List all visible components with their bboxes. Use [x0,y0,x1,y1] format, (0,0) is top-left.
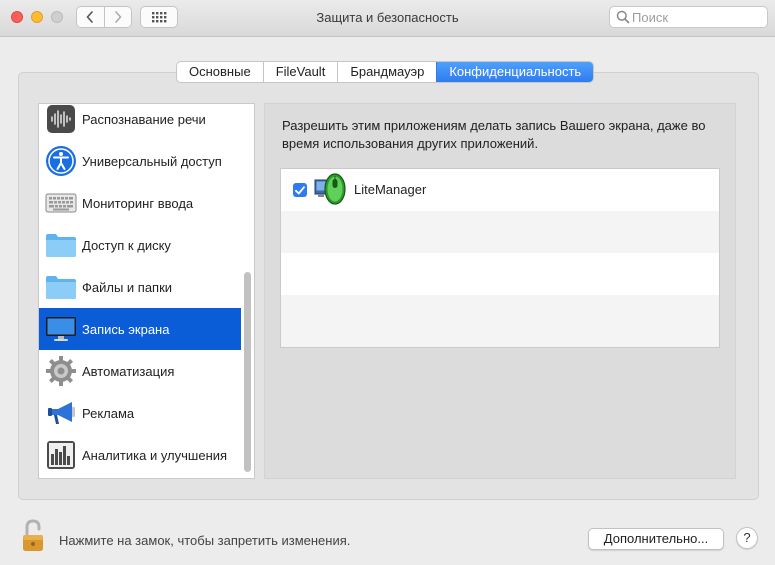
sidebar-item-label: Аналитика и улучшения [82,447,228,463]
tab-general[interactable]: Основные [177,62,263,82]
title-bar: Защита и безопасность [0,0,775,37]
tab-privacy[interactable]: Конфиденциальность [436,62,594,82]
sidebar-item-disk-access[interactable]: Доступ к диску [39,224,241,266]
sidebar-item-label: Распознавание речи [82,111,206,127]
empty-row [281,253,719,295]
folder-icon [44,228,78,262]
sidebar-item-label: Доступ к диску [82,237,171,253]
sidebar-item-files-folders[interactable]: Файлы и папки [39,266,241,308]
sidebar-item-label: Автоматизация [82,363,175,379]
app-checkbox[interactable] [293,183,307,197]
search-input[interactable] [632,8,762,26]
sidebar-item-label: Универсальный доступ [82,153,222,169]
tab-filevault[interactable]: FileVault [262,62,338,82]
sidebar-item-analytics[interactable]: Аналитика и улучшения [39,434,241,476]
display-icon [44,312,78,346]
empty-row [281,211,719,253]
checkmark-icon [295,185,305,194]
tab-bar: Основные FileVault Брандмауэр Конфиденци… [176,61,595,83]
sidebar-item-speech-recognition[interactable]: Распознавание речи [39,104,241,140]
accessibility-icon [44,144,78,178]
speech-recognition-icon [44,104,78,136]
permission-description: Разрешить этим приложениям делать запись… [282,118,706,151]
sidebar-item-screen-recording[interactable]: Запись экрана [39,308,241,350]
lock-icon[interactable] [22,518,44,552]
lock-status-text: Нажмите на замок, чтобы запретить измене… [59,533,351,548]
folder-icon [44,270,78,304]
sidebar-item-label: Запись экрана [82,321,170,337]
sidebar-item-automation[interactable]: Автоматизация [39,350,241,392]
empty-row [281,295,719,347]
sidebar-item-label: Реклама [82,405,135,421]
app-name: LiteManager [354,182,427,197]
advanced-button[interactable]: Дополнительно... [588,528,724,550]
sidebar-item-accessibility[interactable]: Универсальный доступ [39,140,241,182]
litemanager-icon [314,173,348,207]
help-button[interactable]: ? [736,527,758,549]
sidebar-item-advertising[interactable]: Реклама [39,392,241,434]
sidebar-scrollbar[interactable] [244,272,251,472]
search-icon [616,10,630,24]
sidebar-item-input-monitoring[interactable]: Мониторинг ввода [39,182,241,224]
search-field[interactable] [609,6,768,28]
sidebar-item-label: Мониторинг ввода [82,195,194,211]
privacy-category-list: Распознавание речи Универсальный доступ [38,103,255,479]
app-list: LiteManager [280,168,720,348]
analytics-icon [44,438,78,472]
tab-firewall[interactable]: Брандмауэр [337,62,436,82]
gear-icon [44,354,78,388]
keyboard-icon [44,186,78,220]
megaphone-icon [44,396,78,430]
list-item[interactable]: LiteManager [281,169,719,211]
sidebar-item-label: Файлы и папки [82,279,173,295]
